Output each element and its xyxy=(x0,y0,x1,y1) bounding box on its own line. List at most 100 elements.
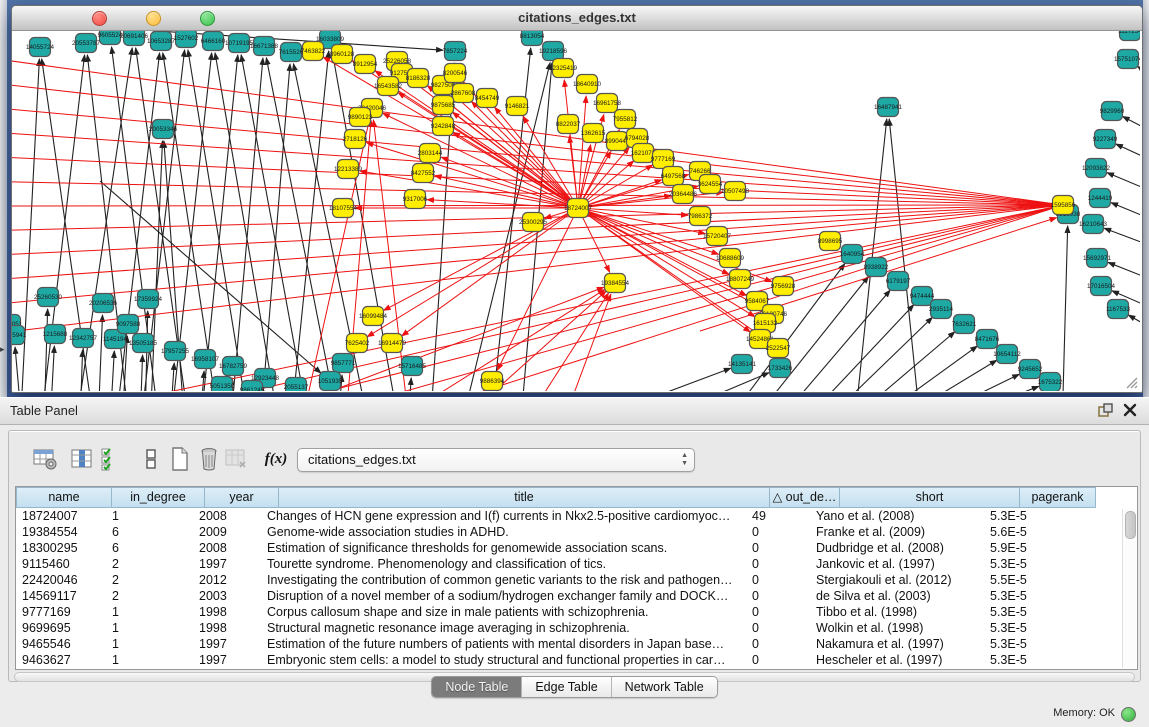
network-edge[interactable] xyxy=(590,368,731,391)
table-cell: 1 xyxy=(106,620,193,636)
network-edge[interactable] xyxy=(44,309,48,391)
network-edge[interactable] xyxy=(1116,144,1140,169)
close-button[interactable] xyxy=(92,11,107,26)
network-edge[interactable] xyxy=(578,96,586,208)
network-edge[interactable] xyxy=(880,360,997,391)
vertical-scrollbar[interactable] xyxy=(1122,509,1136,668)
network-edge[interactable] xyxy=(645,373,769,391)
row-height-icon[interactable] xyxy=(137,445,165,473)
network-node-label: 19218596 xyxy=(539,48,568,55)
network-edge[interactable] xyxy=(838,332,955,391)
show-columns-icon[interactable] xyxy=(68,445,96,473)
network-edge[interactable] xyxy=(50,346,54,391)
network-graph[interactable]: 1405572420553787960552420691406106532871… xyxy=(12,31,1140,391)
zoom-button[interactable] xyxy=(200,11,215,26)
network-node-label: 9857771 xyxy=(331,360,356,367)
table-row[interactable]: 977716911998Corpus callosum shape and si… xyxy=(16,604,1137,620)
network-edge[interactable] xyxy=(923,386,1039,391)
network-node-label: 2055137 xyxy=(284,384,309,391)
network-node-label: 9242848 xyxy=(431,123,456,130)
delete-table-icon[interactable] xyxy=(195,445,223,473)
memory-ok-indicator[interactable] xyxy=(1121,707,1136,722)
table-row[interactable]: 2242004622012Investigating the contribut… xyxy=(16,572,1137,588)
network-edge[interactable] xyxy=(520,293,609,391)
network-edge[interactable] xyxy=(188,50,250,391)
select-rows-icon[interactable] xyxy=(97,445,125,473)
network-edge[interactable] xyxy=(889,119,920,391)
network-edge[interactable] xyxy=(12,205,1063,206)
network-node-label: 15751074 xyxy=(1114,56,1140,63)
tab-node-table[interactable]: Node Table xyxy=(432,677,521,697)
network-edge[interactable] xyxy=(453,132,578,208)
network-edge[interactable] xyxy=(1104,228,1140,253)
network-edge[interactable] xyxy=(200,371,204,391)
network-edge[interactable] xyxy=(903,374,1019,391)
column-header-2[interactable]: in_degree xyxy=(112,487,205,508)
network-edge[interactable] xyxy=(1128,315,1140,339)
network-edge[interactable] xyxy=(860,346,977,391)
network-edge[interactable] xyxy=(15,347,22,391)
tab-network-table[interactable]: Network Table xyxy=(611,677,717,697)
resize-grip[interactable] xyxy=(1124,375,1138,389)
column-header-6[interactable]: short xyxy=(840,487,1020,508)
delete-column-icon[interactable] xyxy=(222,445,250,473)
network-node-label: 12325419 xyxy=(549,65,578,72)
function-builder-icon[interactable]: f(x) xyxy=(262,445,290,473)
network-edge[interactable] xyxy=(110,351,114,391)
network-node-label: 1117254 xyxy=(1118,31,1140,35)
network-node-label: 16958107 xyxy=(191,356,220,363)
table-row[interactable]: 946362711997Embryonic stem cells: a mode… xyxy=(16,652,1137,668)
column-header-1[interactable]: name xyxy=(16,487,112,508)
table-row[interactable]: 946554611997Estimation of the future num… xyxy=(16,636,1137,652)
network-edge[interactable] xyxy=(1062,226,1068,391)
table-settings-icon[interactable] xyxy=(31,445,59,473)
network-edge[interactable] xyxy=(98,315,103,391)
network-node-label: 6179197 xyxy=(886,278,911,285)
network-edge[interactable] xyxy=(170,363,174,391)
network-canvas[interactable]: 1405572420553787960552420691406106532871… xyxy=(12,31,1140,391)
column-header-7[interactable]: pagerank xyxy=(1020,487,1096,508)
table-row[interactable]: 1456911722003Disruption of a novel membe… xyxy=(16,588,1137,604)
close-panel-icon[interactable] xyxy=(1123,403,1137,417)
network-edge[interactable] xyxy=(402,208,578,336)
combobox-stepper-icon: ▲▼ xyxy=(681,452,688,468)
window-titlebar[interactable]: citations_edges.txt xyxy=(12,6,1142,31)
column-header-3[interactable]: year xyxy=(205,487,279,508)
network-node-label: 16961758 xyxy=(593,100,622,107)
table-row[interactable]: 969969511998Structural magnetic resonanc… xyxy=(16,620,1137,636)
network-node-label: 16099484 xyxy=(359,313,388,320)
table-cell: Investigating the contribution of common… xyxy=(261,572,746,588)
column-header-5[interactable]: △ out_de… xyxy=(770,487,840,508)
network-node-label: 25260530 xyxy=(34,294,63,301)
network-node-label: 18107554 xyxy=(329,205,358,212)
table-cell: 5.9E-5 xyxy=(984,540,1054,556)
network-edge[interactable] xyxy=(215,53,280,391)
network-edge[interactable] xyxy=(815,317,932,391)
network-edge[interactable] xyxy=(1138,66,1140,91)
network-node-label: 10654112 xyxy=(993,351,1021,358)
sidebar-collapse-arrow[interactable]: ▸ xyxy=(0,344,5,355)
table-cell: 5.3E-5 xyxy=(984,588,1054,604)
network-edge[interactable] xyxy=(1123,117,1140,141)
table-row[interactable]: 1830029562008Estimation of significance … xyxy=(16,540,1137,556)
table-cell: 5.3E-5 xyxy=(984,652,1054,668)
tab-edge-table[interactable]: Edge Table xyxy=(521,677,610,697)
network-edge[interactable] xyxy=(1111,203,1140,227)
table-select-combobox[interactable]: citations_edges.txt ▲▼ xyxy=(297,448,695,472)
table-row[interactable]: 911546021997Tourette syndrome. Phenomeno… xyxy=(16,556,1137,572)
table-cell: 5.3E-5 xyxy=(984,604,1054,620)
network-node-label: 8813054 xyxy=(520,33,545,40)
table-row[interactable]: 1872400712008Changes of HCN gene express… xyxy=(16,508,1137,524)
network-edge[interactable] xyxy=(408,378,411,391)
float-window-icon[interactable] xyxy=(1098,403,1113,418)
table-row[interactable]: 1938455462009Genome-wide association stu… xyxy=(16,524,1137,540)
network-node-label: 20053346 xyxy=(149,126,178,133)
network-edge[interactable] xyxy=(795,305,914,391)
minimize-button[interactable] xyxy=(146,11,161,26)
network-edge[interactable] xyxy=(140,355,143,391)
new-table-icon[interactable] xyxy=(166,445,194,473)
network-node-label: 1527602 xyxy=(174,35,199,42)
scrollbar-thumb[interactable] xyxy=(1125,511,1136,539)
column-header-4[interactable]: title xyxy=(279,487,770,508)
table-cell: 9465546 xyxy=(16,636,106,652)
